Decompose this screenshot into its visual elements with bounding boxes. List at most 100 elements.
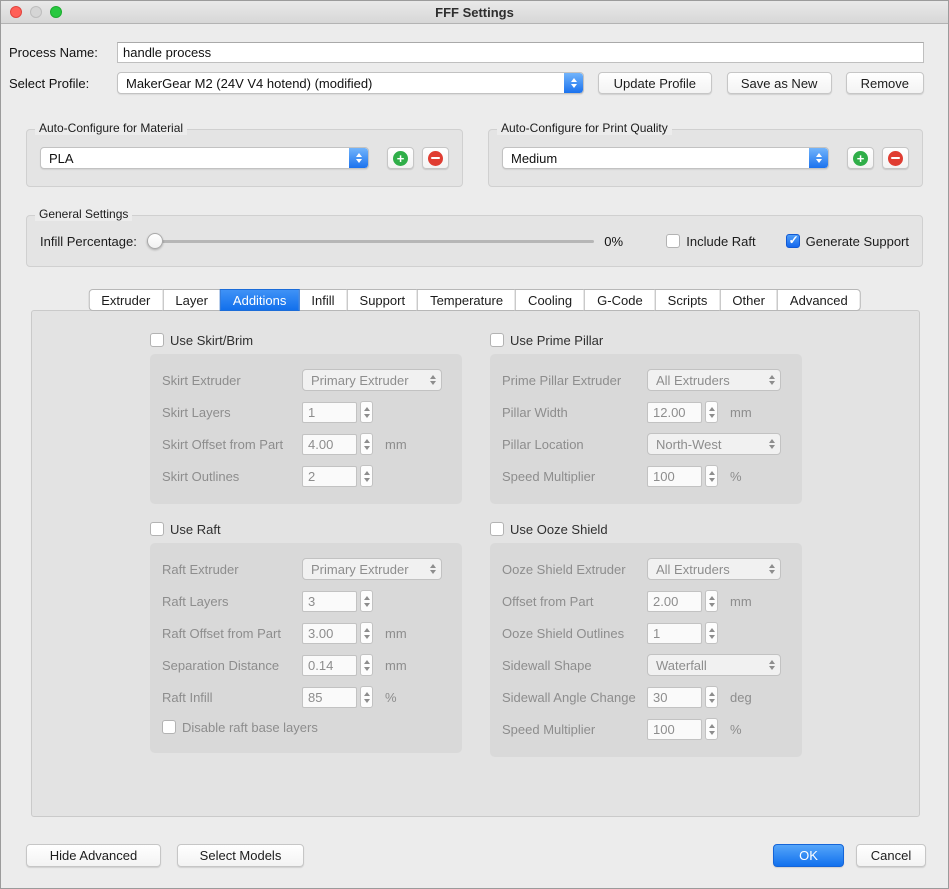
prime-extruder-label: Prime Pillar Extruder — [502, 373, 647, 388]
use-ooze-shield-checkbox[interactable] — [490, 522, 504, 536]
ooze-speed-label: Speed Multiplier — [502, 722, 647, 737]
general-settings-group: General Settings Infill Percentage: 0% I… — [26, 215, 923, 267]
save-as-new-button[interactable]: Save as New — [727, 72, 832, 94]
skirt-extruder-select[interactable]: Primary Extruder — [302, 369, 442, 391]
raft-separation-input[interactable] — [302, 655, 357, 676]
tab-temperature[interactable]: Temperature — [417, 289, 516, 311]
prime-speed-stepper[interactable] — [705, 465, 718, 487]
process-name-input[interactable] — [117, 42, 924, 63]
raft-offset-input[interactable] — [302, 623, 357, 644]
ooze-speed-stepper[interactable] — [705, 718, 718, 740]
sidewall-angle-input[interactable] — [647, 687, 702, 708]
remove-profile-button[interactable]: Remove — [846, 72, 924, 94]
unit-label: deg — [730, 690, 752, 705]
raft-offset-stepper[interactable] — [360, 622, 373, 644]
close-window-icon[interactable] — [10, 6, 22, 18]
hide-advanced-button[interactable]: Hide Advanced — [26, 844, 161, 867]
ooze-offset-stepper[interactable] — [705, 590, 718, 612]
infill-percentage-value: 0% — [604, 234, 634, 249]
pillar-width-input[interactable] — [647, 402, 702, 423]
unit-label: % — [730, 722, 742, 737]
raft-separation-stepper[interactable] — [360, 654, 373, 676]
pillar-location-select[interactable]: North-West — [647, 433, 781, 455]
raft-layers-stepper[interactable] — [360, 590, 373, 612]
ooze-outlines-input[interactable] — [647, 623, 702, 644]
skirt-panel: Skirt Extruder Primary Extruder Skirt La… — [150, 354, 462, 504]
additions-left-column: Use Skirt/Brim Skirt Extruder Primary Ex… — [150, 329, 462, 753]
include-raft-checkbox[interactable] — [666, 234, 680, 248]
pillar-width-label: Pillar Width — [502, 405, 647, 420]
slider-knob[interactable] — [147, 233, 163, 249]
ooze-extruder-value: All Extruders — [656, 562, 730, 577]
chevron-updown-icon — [430, 564, 436, 574]
remove-material-button[interactable] — [422, 147, 449, 169]
sidewall-shape-select[interactable]: Waterfall — [647, 654, 781, 676]
ooze-outlines-stepper[interactable] — [705, 622, 718, 644]
generate-support-label: Generate Support — [806, 234, 909, 249]
cancel-button[interactable]: Cancel — [856, 844, 926, 867]
raft-infill-input[interactable] — [302, 687, 357, 708]
add-material-button[interactable]: + — [387, 147, 414, 169]
zoom-window-icon[interactable] — [50, 6, 62, 18]
profile-select[interactable]: MakerGear M2 (24V V4 hotend) (modified) — [117, 72, 584, 94]
skirt-offset-stepper[interactable] — [360, 433, 373, 455]
tab-support[interactable]: Support — [347, 289, 419, 311]
skirt-outlines-input[interactable] — [302, 466, 357, 487]
tab-extruder[interactable]: Extruder — [88, 289, 163, 311]
tab-scripts[interactable]: Scripts — [655, 289, 721, 311]
tab-additions[interactable]: Additions — [220, 289, 299, 311]
raft-layers-input[interactable] — [302, 591, 357, 612]
unit-label: mm — [730, 405, 752, 420]
skirt-layers-stepper[interactable] — [360, 401, 373, 423]
prime-speed-input[interactable] — [647, 466, 702, 487]
remove-quality-button[interactable] — [882, 147, 909, 169]
skirt-offset-input[interactable] — [302, 434, 357, 455]
skirt-outlines-stepper[interactable] — [360, 465, 373, 487]
ooze-shield-panel: Ooze Shield Extruder All Extruders Offse… — [490, 543, 802, 757]
add-quality-button[interactable]: + — [847, 147, 874, 169]
chevron-updown-icon — [769, 375, 775, 385]
tab-cooling[interactable]: Cooling — [515, 289, 585, 311]
tab-other[interactable]: Other — [719, 289, 778, 311]
use-prime-pillar-checkbox[interactable] — [490, 333, 504, 347]
chevron-updown-icon — [769, 660, 775, 670]
tab-infill[interactable]: Infill — [298, 289, 347, 311]
quality-select[interactable]: Medium — [502, 147, 829, 169]
raft-infill-stepper[interactable] — [360, 686, 373, 708]
quality-select-value: Medium — [503, 151, 809, 166]
ooze-outlines-label: Ooze Shield Outlines — [502, 626, 647, 641]
skirt-layers-input[interactable] — [302, 402, 357, 423]
include-raft-label: Include Raft — [686, 234, 755, 249]
ooze-speed-input[interactable] — [647, 719, 702, 740]
unit-label: mm — [385, 658, 407, 673]
prime-extruder-select[interactable]: All Extruders — [647, 369, 781, 391]
ooze-offset-input[interactable] — [647, 591, 702, 612]
disable-raft-base-checkbox[interactable] — [162, 720, 176, 734]
tab-gcode[interactable]: G-Code — [584, 289, 656, 311]
pillar-width-stepper[interactable] — [705, 401, 718, 423]
select-models-button[interactable]: Select Models — [177, 844, 304, 867]
update-profile-button[interactable]: Update Profile — [598, 72, 712, 94]
minimize-window-icon[interactable] — [30, 6, 42, 18]
ok-button[interactable]: OK — [773, 844, 844, 867]
tab-layer[interactable]: Layer — [162, 289, 221, 311]
pillar-location-value: North-West — [656, 437, 722, 452]
disable-raft-base-label: Disable raft base layers — [182, 720, 318, 735]
auto-configure-quality-title: Auto-Configure for Print Quality — [497, 121, 672, 135]
use-raft-checkbox[interactable] — [150, 522, 164, 536]
raft-extruder-label: Raft Extruder — [162, 562, 302, 577]
sidewall-angle-stepper[interactable] — [705, 686, 718, 708]
ooze-shield-group: Use Ooze Shield Ooze Shield Extruder All… — [490, 518, 802, 757]
chevron-updown-icon — [349, 148, 368, 168]
material-select[interactable]: PLA — [40, 147, 369, 169]
raft-extruder-select[interactable]: Primary Extruder — [302, 558, 442, 580]
use-skirt-checkbox[interactable] — [150, 333, 164, 347]
infill-percentage-slider[interactable] — [147, 233, 594, 249]
use-skirt-label: Use Skirt/Brim — [170, 333, 253, 348]
tab-advanced[interactable]: Advanced — [777, 289, 861, 311]
fff-settings-dialog: FFF Settings Process Name: Select Profil… — [0, 0, 949, 889]
ooze-extruder-select[interactable]: All Extruders — [647, 558, 781, 580]
generate-support-checkbox[interactable] — [786, 234, 800, 248]
chevron-updown-icon — [809, 148, 828, 168]
raft-panel: Raft Extruder Primary Extruder Raft Laye… — [150, 543, 462, 753]
